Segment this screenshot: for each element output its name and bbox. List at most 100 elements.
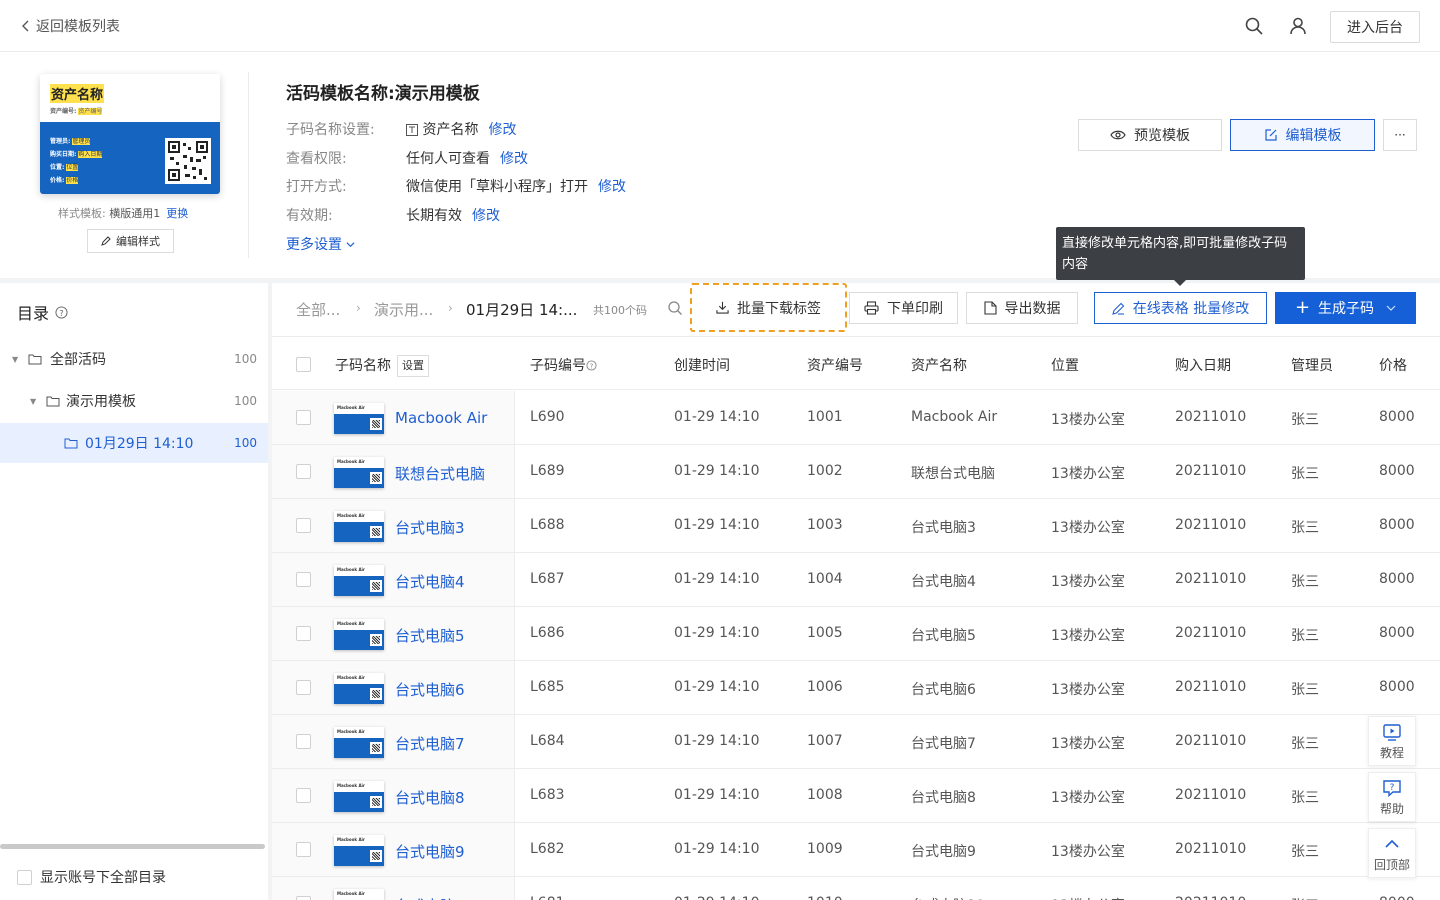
svg-text:?: ? bbox=[59, 307, 63, 317]
label-thumbnail[interactable]: Macbook Air bbox=[334, 403, 384, 434]
cell-time: 01-29 14:10 bbox=[674, 571, 760, 587]
caret-down-icon[interactable]: ▼ bbox=[30, 397, 40, 406]
modify-link[interactable]: 修改 bbox=[472, 205, 500, 225]
tutorial-button[interactable]: 教程 bbox=[1368, 716, 1416, 766]
subcode-name-link[interactable]: Macbook Air bbox=[395, 409, 487, 427]
row-checkbox[interactable] bbox=[296, 464, 311, 479]
search-icon[interactable] bbox=[1244, 16, 1264, 36]
label-thumbnail[interactable]: Macbook Air bbox=[334, 565, 384, 596]
edit-style-button[interactable]: 编辑样式 bbox=[87, 229, 174, 253]
column-header: 资产编号 bbox=[807, 358, 863, 374]
online-sheet-batch-edit-button[interactable]: 在线表格 批量修改 bbox=[1094, 292, 1267, 324]
back-to-top-button[interactable]: 回顶部 bbox=[1368, 828, 1416, 878]
table-row[interactable]: Macbook Air 台式电脑7 L684 01-29 14:10 1007 台式电脑7… bbox=[272, 715, 1440, 769]
table-row[interactable]: Macbook Air 台式电脑4 L687 01-29 14:10 1004 台式电脑4… bbox=[272, 553, 1440, 607]
file-export-icon bbox=[983, 301, 997, 315]
help-circle-icon[interactable]: ? bbox=[55, 305, 68, 319]
cell-price: 8000 bbox=[1379, 409, 1415, 425]
table-row[interactable]: Macbook Air 联想台式电脑 L689 01-29 14:10 1002 联想台式… bbox=[272, 445, 1440, 499]
setting-row-validity: 有效期: 长期有效 修改 bbox=[286, 205, 500, 225]
subcode-name-link[interactable]: 台式电脑10 bbox=[395, 895, 474, 900]
row-checkbox[interactable] bbox=[296, 572, 311, 587]
search-icon[interactable] bbox=[667, 300, 683, 316]
edit-template-button[interactable]: 编辑模板 bbox=[1230, 119, 1375, 151]
change-style-link[interactable]: 更换 bbox=[166, 207, 188, 220]
label-thumbnail[interactable]: Macbook Air bbox=[334, 619, 384, 650]
back-to-template-list-link[interactable]: 返回模板列表 bbox=[20, 16, 120, 36]
modify-link[interactable]: 修改 bbox=[500, 148, 528, 168]
subcode-name-link[interactable]: 台式电脑5 bbox=[395, 625, 465, 646]
subcode-name-link[interactable]: 台式电脑4 bbox=[395, 571, 465, 592]
column-header: 位置 bbox=[1051, 358, 1079, 374]
subcode-name-link[interactable]: 联想台式电脑 bbox=[395, 463, 485, 484]
row-checkbox[interactable] bbox=[296, 734, 311, 749]
chevron-down-icon bbox=[346, 242, 355, 248]
cell-date: 20211010 bbox=[1175, 463, 1247, 479]
row-checkbox[interactable] bbox=[296, 518, 311, 533]
plus-icon: + bbox=[1294, 297, 1311, 318]
table-row[interactable]: Macbook Air 台式电脑8 L683 01-29 14:10 1008 台式电脑8… bbox=[272, 769, 1440, 823]
enter-admin-button[interactable]: 进入后台 bbox=[1330, 11, 1420, 43]
row-checkbox[interactable] bbox=[296, 896, 311, 900]
label-thumbnail[interactable]: Macbook Air bbox=[334, 727, 384, 758]
chevron-left-icon bbox=[22, 20, 29, 32]
row-checkbox[interactable] bbox=[296, 842, 311, 857]
user-icon[interactable] bbox=[1288, 16, 1308, 36]
column-settings-button[interactable]: 设置 bbox=[397, 355, 429, 377]
batch-download-labels-button[interactable]: 批量下载标签 bbox=[690, 283, 847, 332]
tree-item-date-folder[interactable]: 01月29日 14:10 100 bbox=[0, 423, 268, 463]
tree-item-all-codes[interactable]: ▼ 全部活码 100 bbox=[0, 339, 268, 379]
checkbox[interactable] bbox=[17, 869, 32, 885]
row-checkbox[interactable] bbox=[296, 788, 311, 803]
label-thumbnail[interactable]: Macbook Air bbox=[334, 673, 384, 704]
sidebar-scrollbar[interactable] bbox=[0, 844, 265, 849]
show-all-directories-checkbox[interactable]: 显示账号下全部目录 bbox=[17, 867, 166, 887]
export-data-button[interactable]: 导出数据 bbox=[966, 292, 1078, 324]
preview-template-button[interactable]: 预览模板 bbox=[1078, 119, 1222, 151]
label-thumbnail[interactable]: Macbook Air bbox=[334, 457, 384, 488]
subcode-name-link[interactable]: 台式电脑9 bbox=[395, 841, 465, 862]
help-button[interactable]: ? 帮助 bbox=[1368, 772, 1416, 822]
label-thumbnail[interactable]: Macbook Air bbox=[334, 835, 384, 866]
tree-item-demo-template[interactable]: ▼ 演示用模板 100 bbox=[0, 381, 268, 421]
chevron-up-icon bbox=[1385, 839, 1399, 848]
subcode-name-link[interactable]: 台式电脑8 bbox=[395, 787, 465, 808]
table-toolbar: 全部... › 演示用... › 01月29日 14:... 共100个码 批量… bbox=[272, 283, 1440, 337]
cell-asset-name: 台式电脑8 bbox=[911, 790, 976, 806]
cell-code: L686 bbox=[530, 625, 565, 641]
subcode-name-link[interactable]: 台式电脑3 bbox=[395, 517, 465, 538]
row-checkbox[interactable] bbox=[296, 626, 311, 641]
more-actions-button[interactable]: ··· bbox=[1383, 119, 1417, 151]
table-row[interactable]: Macbook Air Macbook Air L690 01-29 14:10 100… bbox=[272, 391, 1440, 445]
breadcrumb-template[interactable]: 演示用... bbox=[374, 299, 433, 320]
more-settings-link[interactable]: 更多设置 bbox=[286, 234, 355, 254]
breadcrumb-all[interactable]: 全部... bbox=[296, 299, 340, 320]
setting-row-subcode-name: 子码名称设置: 资产名称 修改 bbox=[286, 119, 516, 139]
subcode-name-link[interactable]: 台式电脑7 bbox=[395, 733, 465, 754]
row-checkbox[interactable] bbox=[296, 410, 311, 425]
table-row[interactable]: Macbook Air 台式电脑10 L681 01-29 14:10 1010 台式电脑… bbox=[272, 877, 1440, 900]
cell-loc: 13楼办公室 bbox=[1051, 790, 1125, 806]
cell-date: 20211010 bbox=[1175, 895, 1246, 900]
select-all-checkbox[interactable] bbox=[296, 357, 311, 372]
caret-down-icon[interactable]: ▼ bbox=[12, 355, 22, 364]
generate-subcode-button[interactable]: + 生成子码 bbox=[1275, 292, 1416, 324]
cell-asset-name: Macbook Air bbox=[911, 409, 998, 425]
modify-link[interactable]: 修改 bbox=[488, 119, 516, 139]
row-checkbox[interactable] bbox=[296, 680, 311, 695]
subcode-name-link[interactable]: 台式电脑6 bbox=[395, 679, 465, 700]
label-thumbnail[interactable]: Macbook Air bbox=[334, 511, 384, 542]
table-row[interactable]: Macbook Air 台式电脑9 L682 01-29 14:10 1009 台式电脑9… bbox=[272, 823, 1440, 877]
label-thumbnail[interactable]: Macbook Air bbox=[334, 781, 384, 812]
cell-loc: 13楼办公室 bbox=[1051, 844, 1125, 860]
table-row[interactable]: Macbook Air 台式电脑3 L688 01-29 14:10 1003 台式电脑3… bbox=[272, 499, 1440, 553]
modify-link[interactable]: 修改 bbox=[598, 176, 626, 196]
table-row[interactable]: Macbook Air 台式电脑5 L686 01-29 14:10 1005 台式电脑5… bbox=[272, 607, 1440, 661]
table-row[interactable]: Macbook Air 台式电脑6 L685 01-29 14:10 1006 台式电脑6… bbox=[272, 661, 1440, 715]
order-print-button[interactable]: 下单印刷 bbox=[849, 292, 958, 324]
cell-asset-name: 台式电脑9 bbox=[911, 844, 976, 860]
help-circle-icon[interactable]: ? bbox=[586, 360, 597, 371]
download-icon bbox=[716, 301, 729, 314]
label-thumbnail[interactable]: Macbook Air bbox=[334, 889, 384, 900]
cell-time: 01-29 14:10 bbox=[674, 517, 760, 533]
